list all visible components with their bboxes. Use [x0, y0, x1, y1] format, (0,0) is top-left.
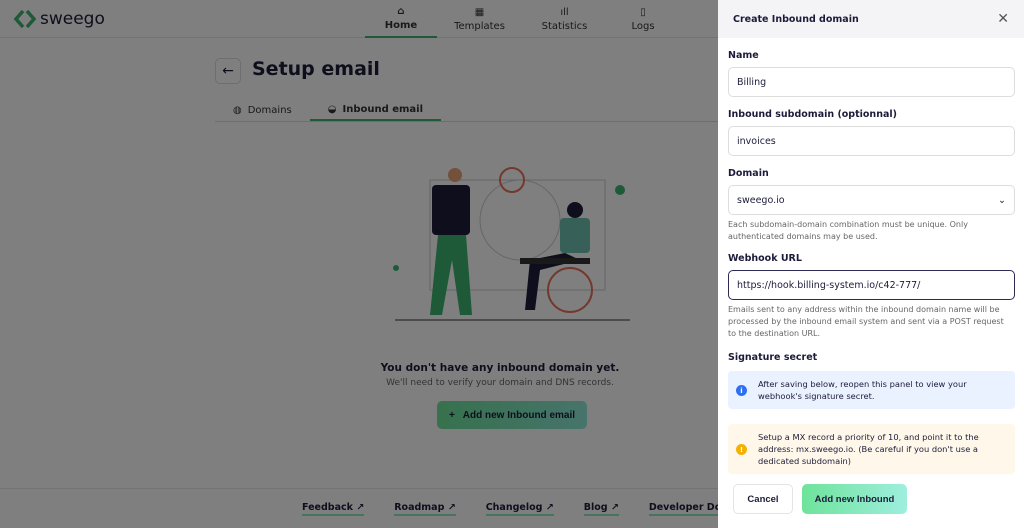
domain-label: Domain: [728, 168, 769, 179]
add-new-inbound-button[interactable]: Add new Inbound: [802, 484, 907, 514]
create-inbound-domain-panel: Create Inbound domain ✕ Name Billing Inb…: [718, 0, 1024, 528]
close-icon[interactable]: ✕: [997, 11, 1009, 27]
webhook-help: Emails sent to any address within the in…: [728, 305, 1004, 338]
info-alert: i After saving below, reopen this panel t…: [728, 371, 1015, 409]
info-icon: i: [736, 385, 747, 396]
panel-title: Create Inbound domain: [733, 13, 859, 25]
webhook-url-input[interactable]: https://hook.billing-system.io/c42-777/: [728, 270, 1015, 300]
domain-select[interactable]: sweego.io ⌄: [728, 185, 1015, 215]
signature-secret-label: Signature secret: [728, 352, 818, 363]
warning-alert: ! Setup a MX record a priority of 10, and…: [728, 424, 1015, 474]
subdomain-input[interactable]: invoices: [728, 126, 1015, 156]
panel-header: Create Inbound domain ✕: [718, 0, 1024, 38]
webhook-label: Webhook URL: [728, 253, 802, 264]
domain-help: Each subdomain-domain combination must b…: [728, 220, 968, 241]
modal-backdrop[interactable]: [0, 0, 718, 528]
warning-icon: !: [736, 444, 747, 455]
subdomain-label: Inbound subdomain (optionnal): [728, 109, 897, 120]
chevron-down-icon: ⌄: [998, 194, 1006, 206]
name-input[interactable]: Billing: [728, 67, 1015, 97]
name-label: Name: [728, 50, 759, 61]
cancel-button[interactable]: Cancel: [733, 484, 793, 514]
